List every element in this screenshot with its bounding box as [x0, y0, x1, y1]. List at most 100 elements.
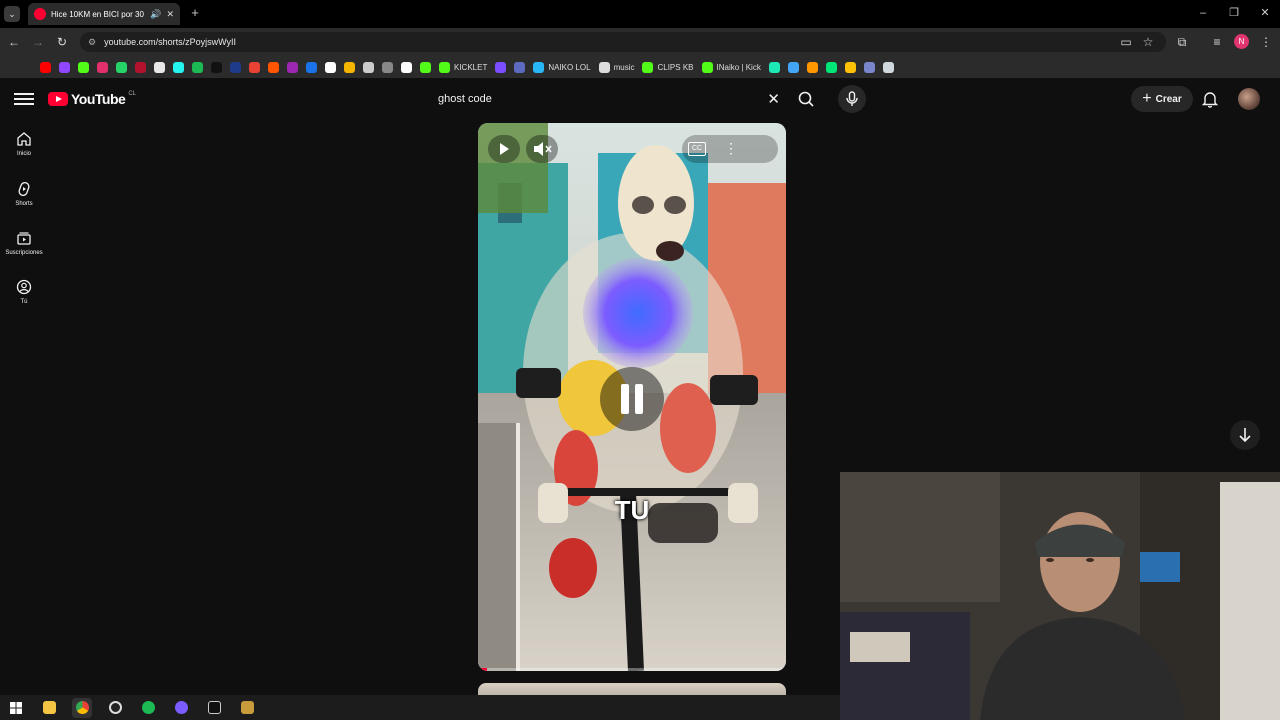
bookmark-item[interactable] [245, 58, 264, 76]
bookmark-item[interactable]: CLIPS KB [638, 58, 697, 76]
install-app-icon[interactable]: ▭ [1118, 34, 1134, 50]
bookmark-item[interactable] [416, 58, 435, 76]
webcam-overlay [840, 472, 1280, 720]
bookmark-item[interactable]: music [595, 58, 639, 76]
bookmark-item[interactable] [378, 58, 397, 76]
restore-button[interactable]: ❐ [1223, 5, 1245, 21]
bookmark-favicon-icon [420, 61, 431, 73]
bookmark-item[interactable]: KICKLET [435, 58, 491, 76]
play-button[interactable] [488, 135, 520, 163]
tab-audio-icon[interactable]: 🔊 [150, 9, 161, 20]
back-button[interactable]: ← [6, 34, 22, 50]
bookmark-item[interactable] [491, 58, 510, 76]
bookmark-item[interactable] [36, 58, 55, 76]
sidebar-item-label: Suscripciones [5, 250, 43, 256]
shorts-video-player[interactable]: CC ⋮ TU [478, 123, 786, 671]
sidebar-item-you[interactable]: Tú [0, 279, 48, 305]
search-button[interactable] [794, 88, 818, 110]
mute-button[interactable] [526, 135, 558, 163]
captions-icon[interactable]: CC [688, 142, 706, 156]
taskbar-app-purple[interactable] [171, 698, 191, 718]
bookmark-item[interactable] [340, 58, 359, 76]
reload-button[interactable]: ↻ [54, 34, 70, 50]
taskbar-app-recorder[interactable] [105, 698, 125, 718]
bookmark-item[interactable] [283, 58, 302, 76]
bookmark-item[interactable]: INaiko | Kick [698, 58, 765, 76]
bookmark-item[interactable] [302, 58, 321, 76]
chrome-menu-icon[interactable]: ⋮ [1258, 34, 1274, 50]
bookmark-item[interactable] [264, 58, 283, 76]
taskbar-spotify[interactable] [138, 698, 158, 718]
next-short-preview[interactable] [478, 683, 786, 695]
taskbar-league[interactable] [237, 698, 257, 718]
pause-indicator[interactable] [600, 367, 664, 431]
bookmark-item[interactable] [510, 58, 529, 76]
sidebar-item-home[interactable]: Inicio [0, 131, 48, 157]
next-video-button[interactable] [1230, 420, 1260, 450]
bookmark-item[interactable] [55, 58, 74, 76]
extensions-icon[interactable]: ⧉ [1174, 34, 1190, 50]
bookmark-item[interactable] [822, 58, 841, 76]
tab-title: Hice 10KM en BICI por 30 D [51, 9, 146, 19]
notifications-button[interactable] [1200, 89, 1220, 109]
sidebar-item-subscriptions[interactable]: Suscripciones [0, 230, 48, 256]
bookmark-item[interactable] [860, 58, 879, 76]
bookmark-favicon-icon [363, 61, 374, 73]
create-button[interactable]: + Crear [1131, 86, 1193, 112]
bookmark-item[interactable] [359, 58, 378, 76]
bookmark-favicon-icon [825, 61, 837, 73]
youtube-favicon-icon [34, 8, 46, 20]
minimize-button[interactable]: – [1192, 5, 1214, 21]
close-window-button[interactable]: ✕ [1254, 5, 1276, 21]
youtube-play-icon [48, 92, 68, 106]
spotify-icon [141, 701, 155, 714]
more-options-icon[interactable]: ⋮ [724, 138, 738, 158]
taskbar-app-obs[interactable] [204, 698, 224, 718]
bookmark-item[interactable] [150, 58, 169, 76]
forward-button[interactable]: → [30, 34, 46, 50]
bookmark-item[interactable] [321, 58, 340, 76]
voice-search-button[interactable] [838, 85, 866, 113]
site-info-icon[interactable]: ⚙ [88, 37, 96, 48]
bookmark-item[interactable] [112, 58, 131, 76]
bookmark-item[interactable] [784, 58, 803, 76]
media-control-icon[interactable]: ≡ [1209, 34, 1225, 50]
address-bar[interactable]: ⚙ youtube.com/shorts/zPoyjswWyII [80, 32, 1166, 52]
sidebar-item-shorts[interactable]: Shorts [0, 181, 48, 207]
account-avatar[interactable] [1238, 88, 1260, 110]
clear-search-icon[interactable]: ✕ [767, 90, 780, 108]
search-input[interactable]: ghost code ✕ [428, 84, 790, 114]
bookmark-item[interactable] [765, 58, 784, 76]
bookmark-item[interactable] [93, 58, 112, 76]
new-tab-button[interactable]: + [188, 5, 202, 21]
tab-search-button[interactable]: ⌄ [4, 6, 20, 22]
bookmark-item[interactable] [879, 58, 898, 76]
windows-taskbar [0, 695, 840, 720]
video-progress-bar[interactable] [478, 668, 786, 671]
taskbar-file-explorer[interactable] [39, 698, 59, 718]
create-label: Crear [1155, 93, 1182, 105]
bookmark-item[interactable] [131, 58, 150, 76]
browser-tab-active[interactable]: Hice 10KM en BICI por 30 D 🔊 ✕ [28, 3, 180, 25]
bookmark-favicon-icon [439, 61, 450, 73]
bookmark-item[interactable] [169, 58, 188, 76]
bookmark-item[interactable]: NAIKO LOL [529, 58, 594, 76]
guide-menu-button[interactable] [14, 90, 34, 108]
bookmark-item[interactable] [841, 58, 860, 76]
taskbar-chrome[interactable] [72, 697, 92, 718]
bookmark-item[interactable] [74, 58, 93, 76]
bookmark-star-icon[interactable]: ☆ [1140, 34, 1156, 50]
bookmark-item[interactable] [207, 58, 226, 76]
bookmark-favicon-icon [97, 61, 108, 73]
start-button[interactable] [6, 698, 26, 718]
tab-close-icon[interactable]: ✕ [166, 9, 174, 20]
bookmark-item[interactable] [188, 58, 207, 76]
muted-speaker-icon [534, 142, 552, 156]
bookmark-item[interactable] [397, 58, 416, 76]
microphone-icon [846, 91, 858, 106]
pause-icon [621, 384, 643, 414]
bookmark-item[interactable] [803, 58, 822, 76]
bookmark-item[interactable] [226, 58, 245, 76]
youtube-logo[interactable]: YouTube CL [48, 91, 136, 107]
profile-avatar[interactable]: N [1234, 34, 1249, 49]
